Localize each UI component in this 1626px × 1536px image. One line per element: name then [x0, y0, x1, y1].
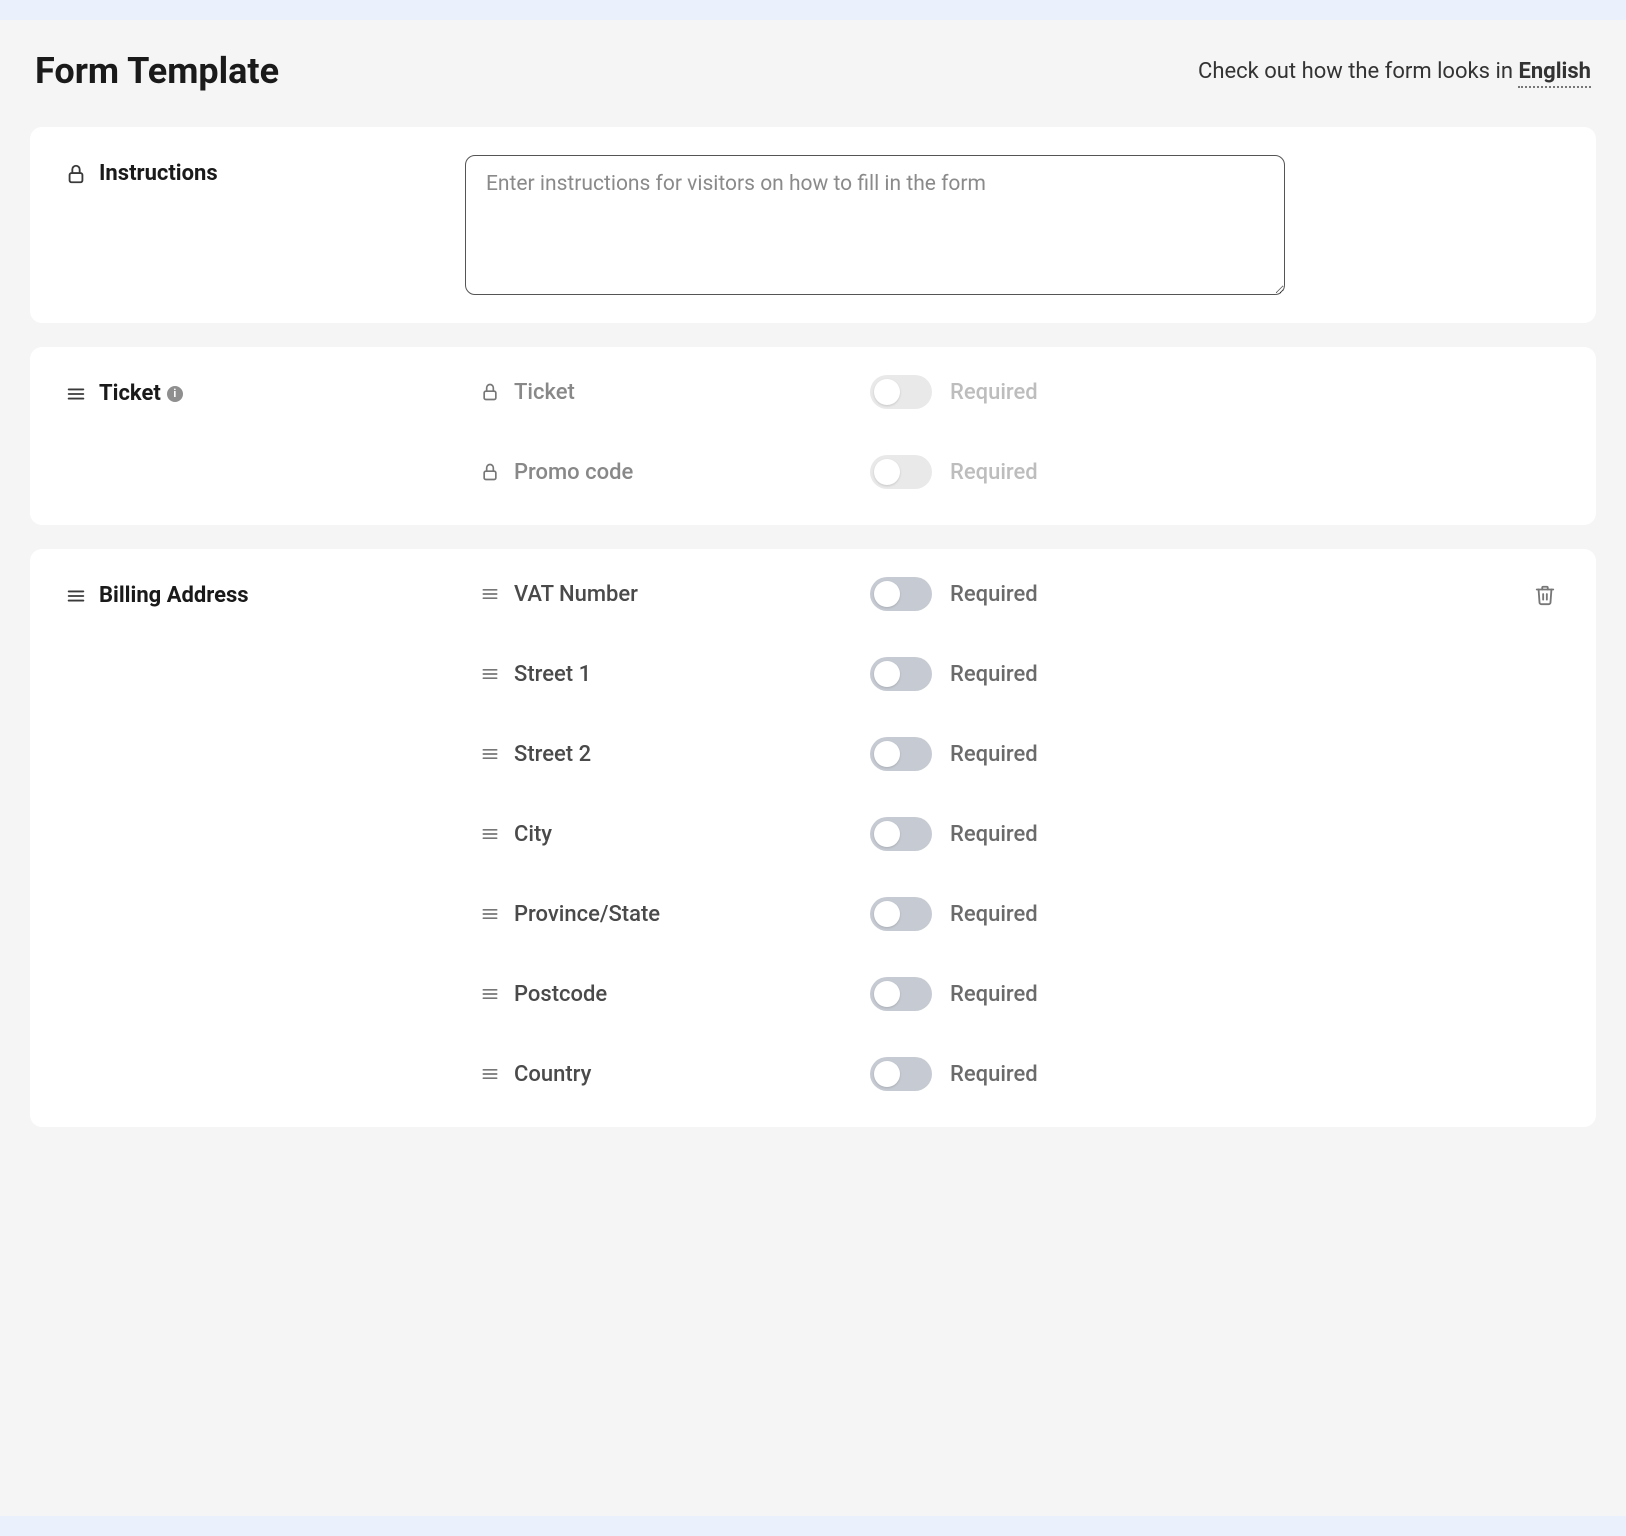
lock-icon	[65, 163, 87, 185]
preview-prefix: Check out how the form looks in	[1198, 59, 1518, 84]
ticket-section-title[interactable]: Ticket i	[65, 375, 480, 406]
toggle-label: Required	[950, 902, 1038, 927]
toggle-label: Required	[950, 742, 1038, 767]
billing-title-text: Billing Address	[99, 583, 249, 608]
field-city[interactable]: City	[480, 822, 870, 847]
toggle-label: Required	[950, 662, 1038, 687]
required-toggle[interactable]	[870, 737, 932, 771]
field-row: Country Required	[480, 1057, 1496, 1091]
toggle-wrap: Required	[870, 977, 1038, 1011]
field-promo-code: Promo code	[480, 460, 870, 485]
required-toggle[interactable]	[870, 577, 932, 611]
lock-icon	[480, 382, 500, 402]
info-icon[interactable]: i	[167, 386, 183, 402]
required-toggle	[870, 375, 932, 409]
field-label: Promo code	[514, 460, 633, 485]
drag-icon[interactable]	[480, 904, 500, 924]
instructions-card: Instructions	[30, 127, 1596, 323]
toggle-wrap: Required	[870, 657, 1038, 691]
field-row: Postcode Required	[480, 977, 1496, 1011]
field-label: Country	[514, 1062, 591, 1087]
page-title: Form Template	[35, 50, 279, 92]
field-row: VAT Number Required	[480, 577, 1496, 611]
toggle-label: Required	[950, 1062, 1038, 1087]
toggle-wrap: Required	[870, 455, 1038, 489]
instructions-row: Instructions	[65, 155, 1556, 295]
bottom-strip	[0, 1516, 1626, 1536]
field-street-2[interactable]: Street 2	[480, 742, 870, 767]
ticket-fields: Ticket Required Promo code	[480, 375, 1556, 497]
billing-card: Billing Address VAT Number Required	[30, 549, 1596, 1127]
required-toggle[interactable]	[870, 897, 932, 931]
drag-icon[interactable]	[480, 1064, 500, 1084]
toggle-label: Required	[950, 982, 1038, 1007]
field-label: Province/State	[514, 902, 660, 927]
toggle-wrap: Required	[870, 897, 1038, 931]
instructions-label-text: Instructions	[99, 161, 218, 186]
trash-icon[interactable]	[1534, 583, 1556, 607]
drag-icon[interactable]	[480, 744, 500, 764]
instructions-label: Instructions	[65, 155, 445, 186]
toggle-wrap: Required	[870, 375, 1038, 409]
billing-fields: VAT Number Required Street 1	[480, 577, 1496, 1099]
field-row: Ticket Required	[480, 375, 1556, 409]
language-selector[interactable]: English	[1518, 59, 1591, 88]
field-row: Promo code Required	[480, 455, 1556, 489]
field-label: Street 1	[514, 662, 591, 687]
page-header: Form Template Check out how the form loo…	[30, 40, 1596, 102]
field-label: Postcode	[514, 982, 607, 1007]
ticket-section-row: Ticket i Ticket Required	[65, 375, 1556, 497]
field-province-state[interactable]: Province/State	[480, 902, 870, 927]
toggle-label: Required	[950, 380, 1038, 405]
required-toggle[interactable]	[870, 657, 932, 691]
toggle-wrap: Required	[870, 737, 1038, 771]
field-postcode[interactable]: Postcode	[480, 982, 870, 1007]
toggle-wrap: Required	[870, 1057, 1038, 1091]
billing-section-title[interactable]: Billing Address	[65, 577, 480, 608]
field-row: Street 2 Required	[480, 737, 1496, 771]
field-street-1[interactable]: Street 1	[480, 662, 870, 687]
instructions-input[interactable]	[465, 155, 1285, 295]
field-label: City	[514, 822, 552, 847]
toggle-wrap: Required	[870, 817, 1038, 851]
preview-text: Check out how the form looks in English	[1198, 59, 1591, 84]
field-vat-number[interactable]: VAT Number	[480, 582, 870, 607]
toggle-wrap: Required	[870, 577, 1038, 611]
delete-column	[1496, 577, 1556, 607]
drag-icon[interactable]	[480, 824, 500, 844]
field-ticket: Ticket	[480, 380, 870, 405]
required-toggle[interactable]	[870, 817, 932, 851]
top-strip	[0, 0, 1626, 20]
required-toggle[interactable]	[870, 977, 932, 1011]
drag-icon[interactable]	[480, 984, 500, 1004]
required-toggle[interactable]	[870, 1057, 932, 1091]
field-row: City Required	[480, 817, 1496, 851]
field-country[interactable]: Country	[480, 1062, 870, 1087]
drag-icon[interactable]	[480, 584, 500, 604]
lock-icon	[480, 462, 500, 482]
field-label: VAT Number	[514, 582, 638, 607]
toggle-label: Required	[950, 460, 1038, 485]
page-container: Form Template Check out how the form loo…	[0, 20, 1626, 1516]
toggle-label: Required	[950, 822, 1038, 847]
billing-section-row: Billing Address VAT Number Required	[65, 577, 1556, 1099]
field-label: Street 2	[514, 742, 591, 767]
field-label: Ticket	[514, 380, 575, 405]
ticket-title-text: Ticket	[99, 381, 161, 406]
toggle-label: Required	[950, 582, 1038, 607]
field-row: Street 1 Required	[480, 657, 1496, 691]
required-toggle	[870, 455, 932, 489]
drag-icon[interactable]	[65, 585, 87, 607]
drag-icon[interactable]	[65, 383, 87, 405]
drag-icon[interactable]	[480, 664, 500, 684]
field-row: Province/State Required	[480, 897, 1496, 931]
ticket-card: Ticket i Ticket Required	[30, 347, 1596, 525]
